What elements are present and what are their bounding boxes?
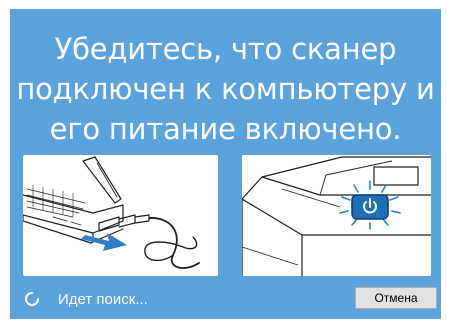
- scanner-power-drawing: [242, 156, 431, 276]
- headline: Убедитесь, что сканер подключен к компью…: [16, 32, 435, 146]
- cancel-button[interactable]: Отмена: [355, 287, 437, 309]
- connection-check-panel: Убедитесь, что сканер подключен к компью…: [10, 9, 441, 319]
- search-status: Идет поиск...: [24, 288, 148, 310]
- laptop-usb-drawing: [23, 156, 200, 269]
- search-status-text: Идет поиск...: [58, 290, 148, 308]
- scanner-power-illustration: [242, 155, 431, 276]
- loading-spinner-icon: [25, 292, 39, 306]
- laptop-usb-illustration: [23, 155, 218, 276]
